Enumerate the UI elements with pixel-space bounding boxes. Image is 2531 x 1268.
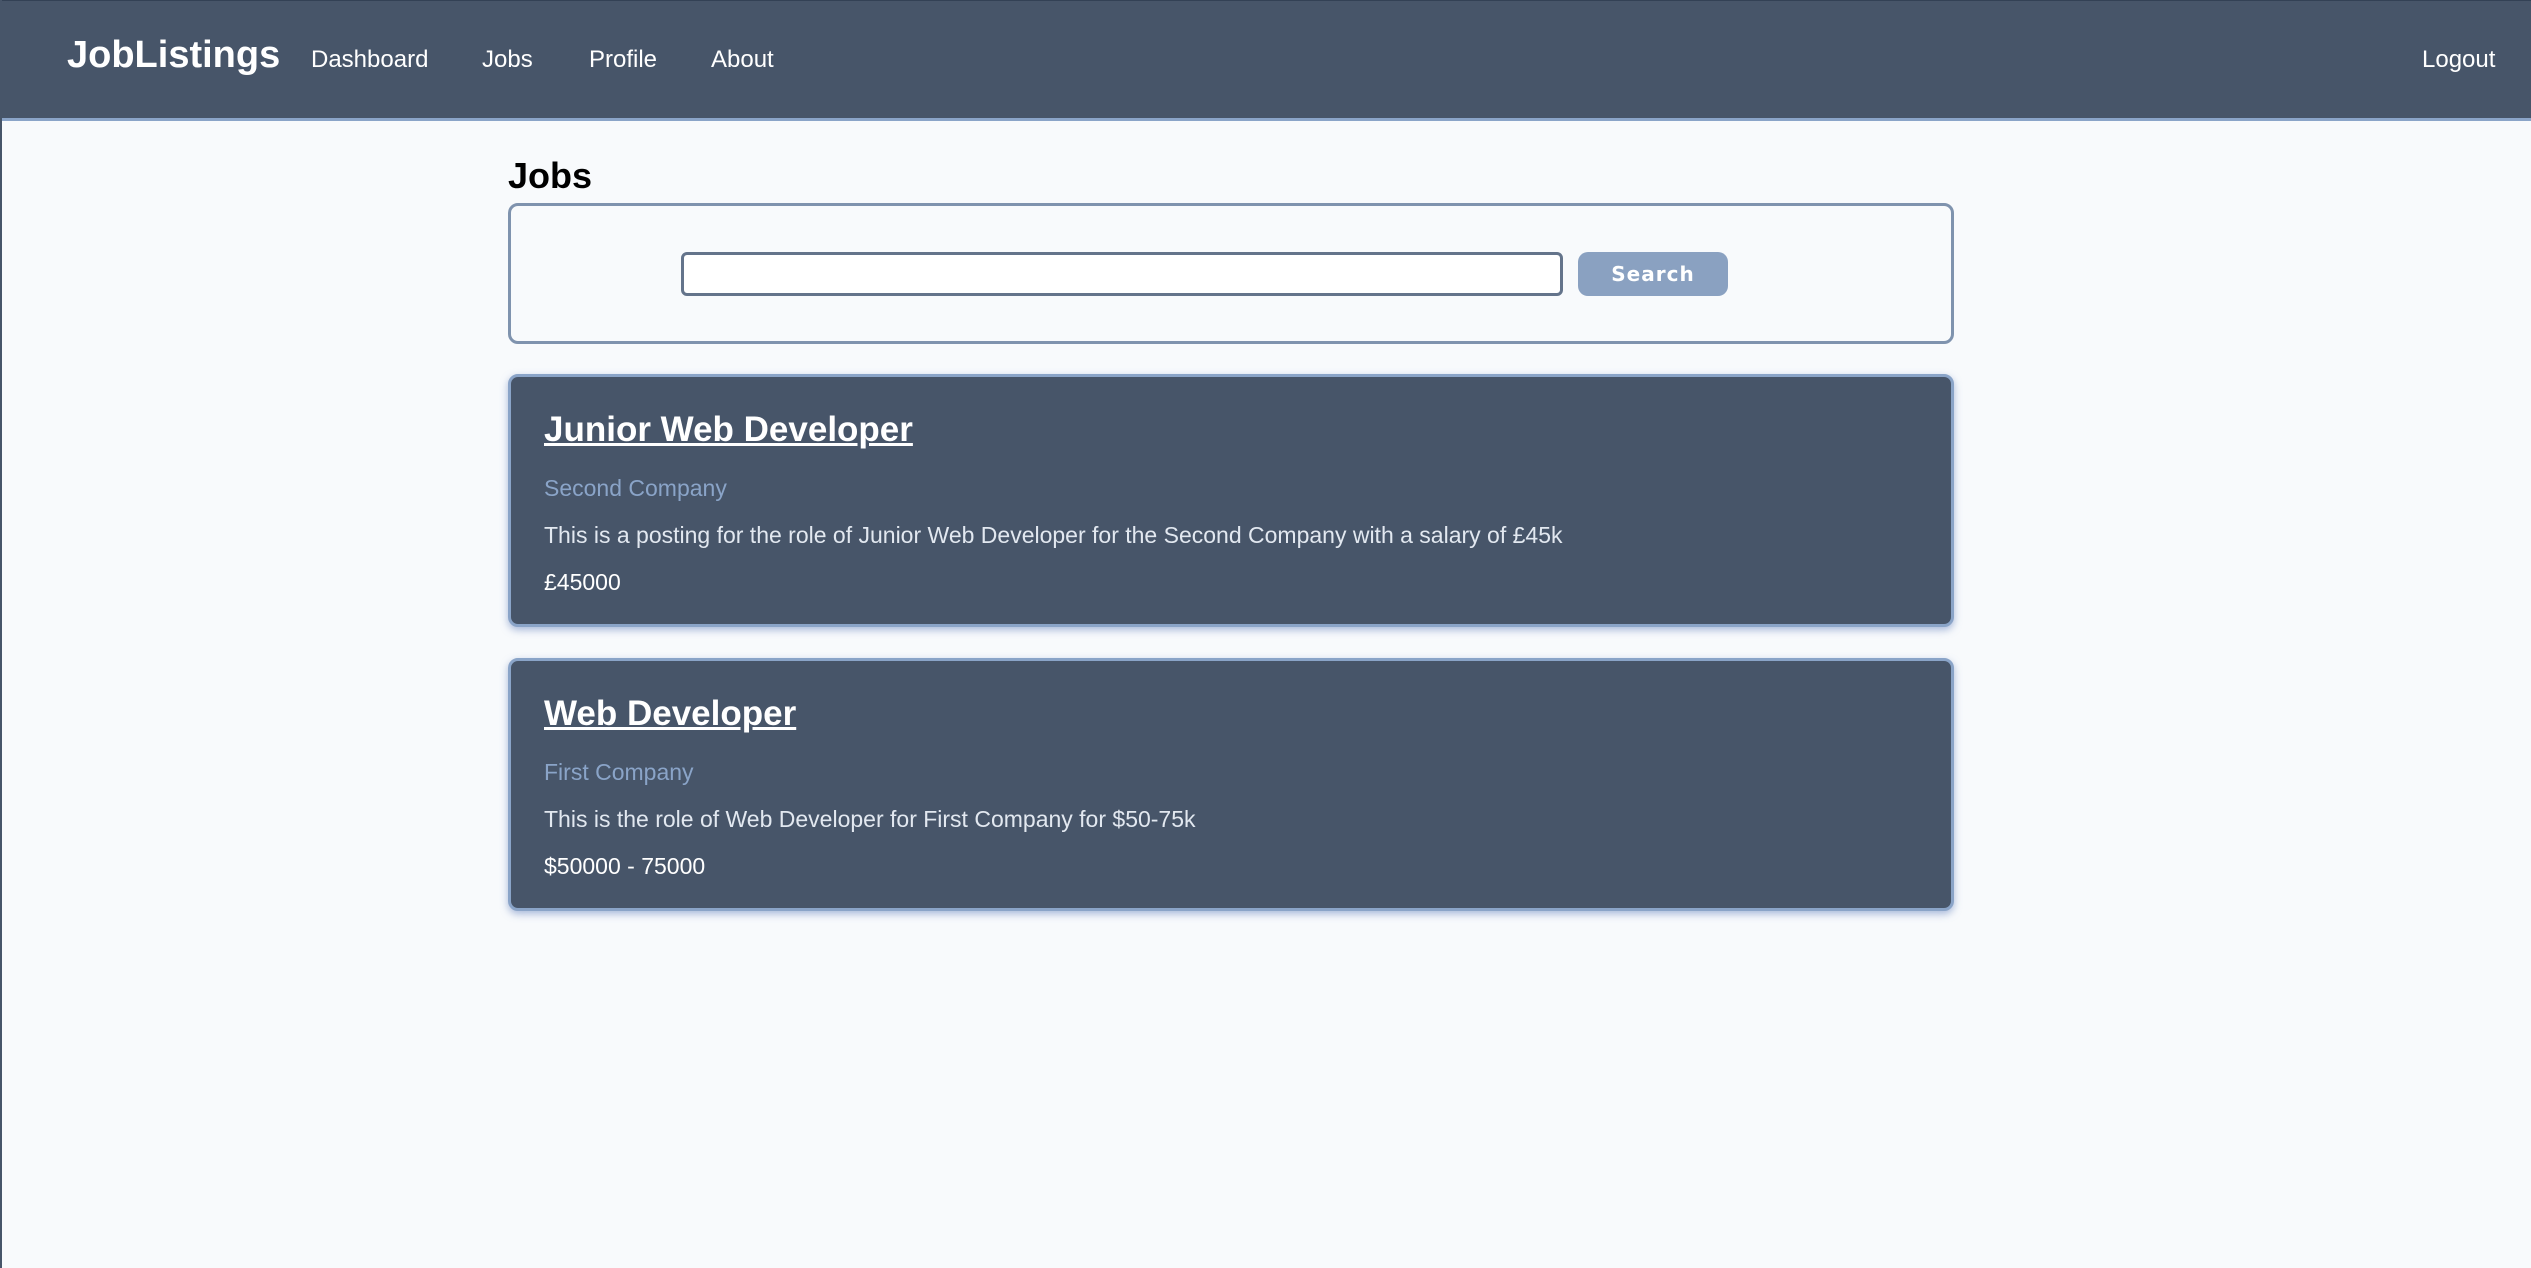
job-title-link[interactable]: Junior Web Developer [544,410,913,450]
job-description: This is the role of Web Developer for Fi… [544,806,1196,832]
nav-link-profile[interactable]: Profile [589,46,657,74]
nav-link-about[interactable]: About [711,46,774,74]
brand-logo[interactable]: JobListings [67,34,280,77]
navbar: JobListings Dashboard Jobs Profile About… [2,0,2531,121]
search-button[interactable]: Search [1578,252,1728,296]
job-salary: $50000 - 75000 [544,853,706,879]
job-company: Second Company [544,475,727,501]
job-card: Junior Web Developer Second Company This… [508,374,1954,627]
logout-link[interactable]: Logout [2422,46,2495,74]
job-salary: £45000 [544,569,621,595]
job-company: First Company [544,759,694,785]
nav-link-dashboard[interactable]: Dashboard [311,46,428,74]
job-description: This is a posting for the role of Junior… [544,522,1563,548]
page-title: Jobs [508,155,593,196]
nav-link-jobs[interactable]: Jobs [482,46,533,74]
job-card: Web Developer First Company This is the … [508,658,1954,911]
search-panel: Search [508,203,1954,344]
search-input[interactable] [681,252,1563,296]
job-title-link[interactable]: Web Developer [544,694,796,734]
